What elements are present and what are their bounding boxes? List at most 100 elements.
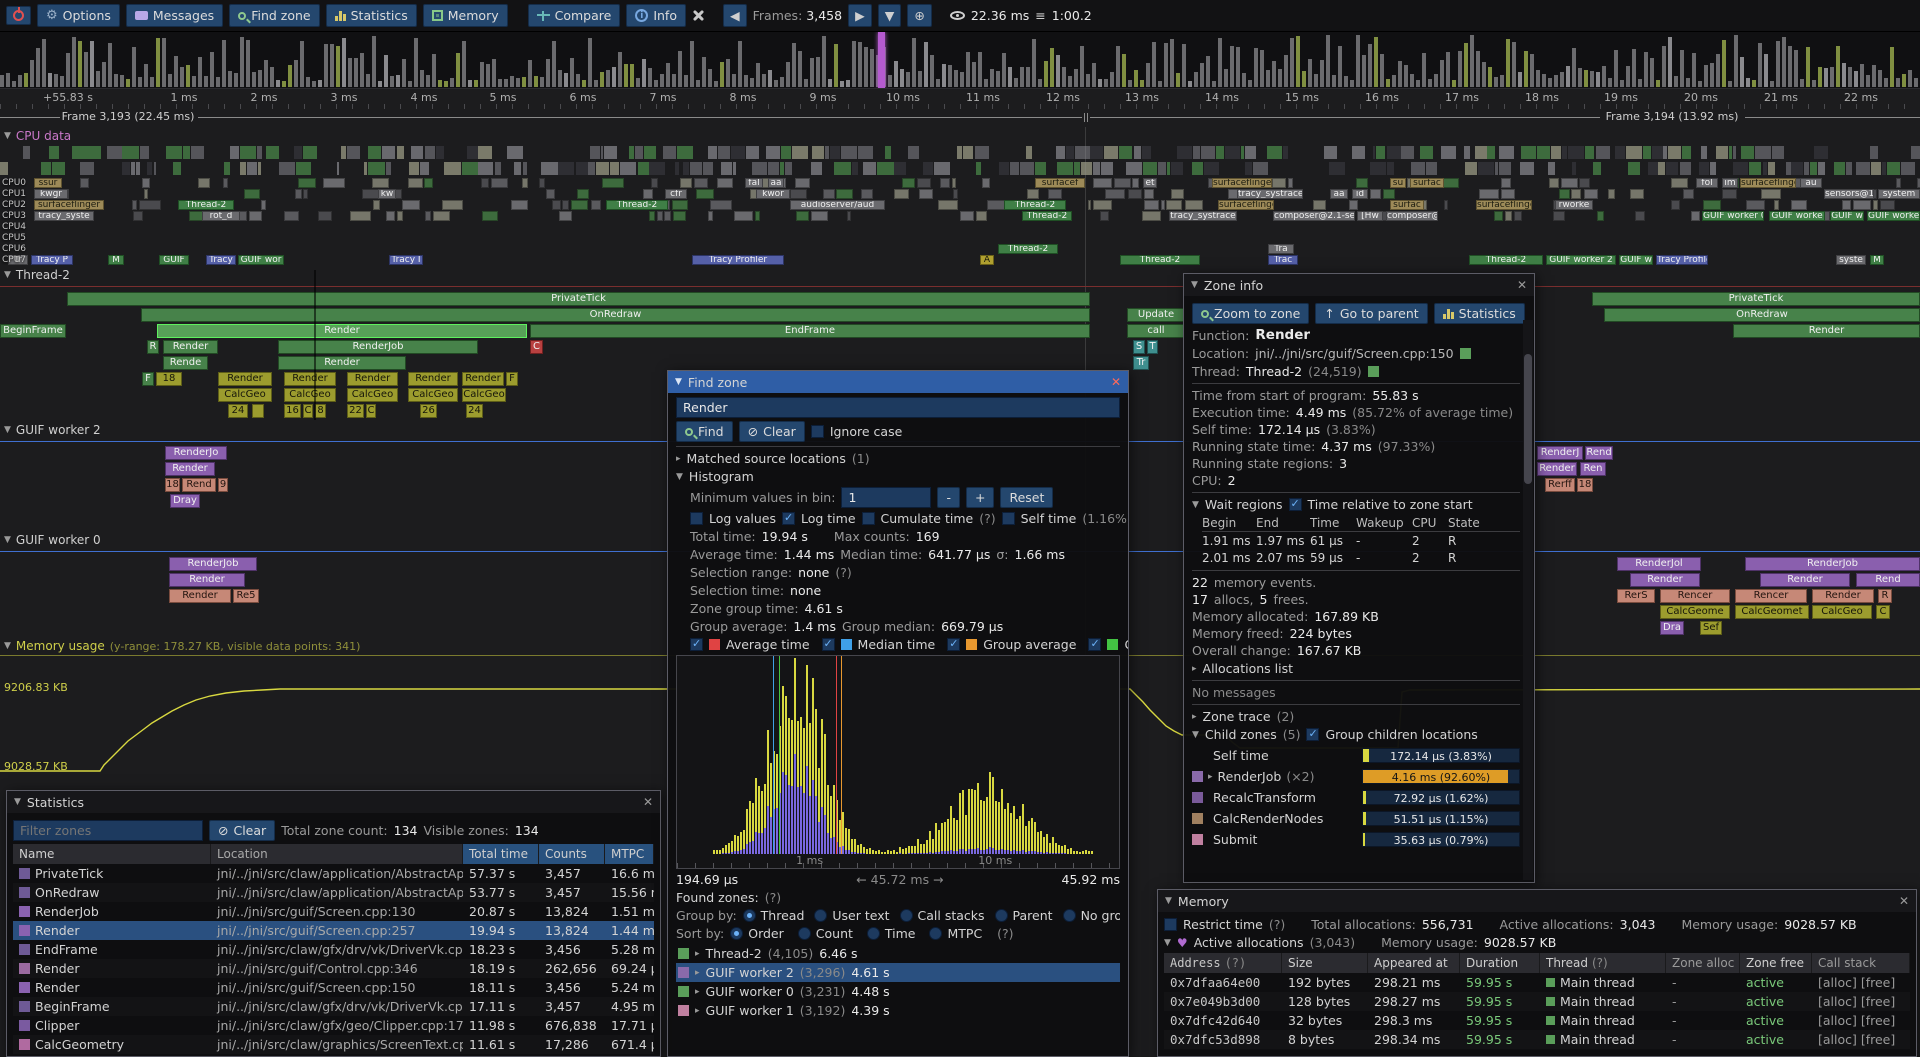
timeline-zone[interactable]: R: [1878, 589, 1892, 603]
timeline-zone[interactable]: Render: [408, 372, 458, 386]
child-zone-row[interactable]: RecalcTransform 72.92 μs (1.62%): [1192, 787, 1520, 808]
timeline-zone[interactable]: RenderJo: [165, 446, 227, 460]
timeline-zone[interactable]: F: [506, 372, 518, 386]
timeline-zone[interactable]: 18: [165, 478, 180, 492]
cpu-zone[interactable]: M: [108, 255, 124, 265]
timeline-zone[interactable]: [252, 404, 264, 418]
statistics-row[interactable]: BeginFrame jni/../jni/src/claw/gfx/drv/v…: [13, 997, 654, 1016]
cpu-zone[interactable]: Tracy Profiler: [692, 255, 784, 265]
statistics-row[interactable]: PrivateTick jni/../jni/src/claw/applicat…: [13, 864, 654, 883]
timeline-zone[interactable]: Rende: [163, 356, 208, 370]
cpu-zone[interactable]: tracy_systrace: [1237, 189, 1303, 199]
timeline-zone[interactable]: T: [1147, 340, 1158, 354]
legend-checkbox[interactable]: [947, 638, 960, 651]
section-header-thread2[interactable]: ▼ Thread-2: [4, 268, 70, 282]
histogram-toggle[interactable]: ▼ Histogram: [676, 469, 1120, 484]
col-zone-alloc[interactable]: Zone alloc: [1666, 953, 1740, 973]
cpu-zone[interactable]: Thread-2: [606, 200, 668, 210]
wait-regions-toggle[interactable]: ▼Wait regions Time relative to zone star…: [1192, 497, 1520, 512]
bin-plus-button[interactable]: +: [966, 487, 994, 508]
wait-region-row[interactable]: 1.91 ms1.97 ms 61 μs- 2R: [1202, 532, 1520, 549]
log-time-checkbox[interactable]: [782, 512, 795, 525]
timeline-zone[interactable]: PrivateTick: [67, 292, 1090, 306]
legend-checkbox[interactable]: [690, 638, 703, 651]
statistics-row[interactable]: CalcGeometry jni/../jni/src/claw/graphic…: [13, 1035, 654, 1054]
timeline-zone[interactable]: Render: [278, 356, 406, 370]
timeline-zone[interactable]: Sef: [1700, 621, 1722, 635]
legend-checkbox[interactable]: [1088, 638, 1101, 651]
col-mtpc[interactable]: MTPC: [605, 844, 654, 864]
section-header-worker0[interactable]: ▼ GUIF worker 0: [4, 533, 101, 547]
statistics-row[interactable]: Render jni/../jni/src/guif/Control.cpp:3…: [13, 959, 654, 978]
timeline-zone[interactable]: Rend: [1585, 446, 1613, 460]
timeline-zone[interactable]: Render: [1733, 324, 1920, 338]
zoom-to-zone-button[interactable]: Zoom to zone: [1192, 303, 1309, 324]
timeline-zone[interactable]: 24: [228, 404, 248, 418]
allocations-list-toggle[interactable]: ▸Allocations list: [1192, 661, 1520, 676]
sort-by-radio[interactable]: [929, 927, 942, 940]
timeline-zone[interactable]: Update: [1127, 308, 1185, 322]
goto-frame-button[interactable]: ▼: [878, 4, 902, 27]
statistics-row[interactable]: EndFrame jni/../jni/src/claw/gfx/drv/vk/…: [13, 940, 654, 959]
timeline-zone[interactable]: Dray: [170, 494, 200, 508]
next-frame-button[interactable]: ▶: [848, 4, 872, 27]
focus-frame-button[interactable]: ⊕: [907, 4, 931, 27]
statistics-row[interactable]: OnRedraw jni/../jni/src/claw/application…: [13, 883, 654, 902]
timeline-zone[interactable]: Render: [1630, 573, 1700, 587]
timeline-zone[interactable]: F: [142, 372, 154, 386]
group-children-checkbox[interactable]: [1306, 728, 1319, 741]
child-zone-row[interactable]: ▸ RenderJob(×2) 4.16 ms (92.60%): [1192, 766, 1520, 787]
cpu-zone[interactable]: aa: [768, 178, 784, 188]
sort-by-radio[interactable]: [730, 927, 743, 940]
statistics-row[interactable]: Render jni/../jni/src/guif/Screen.cpp:25…: [13, 921, 654, 940]
scrollbar-thumb[interactable]: [1524, 354, 1532, 484]
compare-button[interactable]: Compare: [528, 4, 621, 27]
child-zone-row[interactable]: Self time 172.14 μs (3.83%): [1192, 745, 1520, 766]
cpu-zone[interactable]: kw: [378, 189, 396, 199]
timeline-zone[interactable]: BeginFrame: [0, 324, 66, 338]
cpu-zone[interactable]: GUIF worker 2: [1867, 211, 1920, 221]
cumulate-time-checkbox[interactable]: [862, 512, 875, 525]
timeline-zone[interactable]: Rend: [1856, 573, 1920, 587]
timeline-zone[interactable]: 18: [1577, 478, 1593, 492]
scrollbar[interactable]: [1523, 320, 1533, 880]
cpu-zone[interactable]: system: [1878, 189, 1920, 199]
cpu-zone[interactable]: id: [1352, 189, 1368, 199]
find-zone-titlebar[interactable]: ▼ Find zone ✕: [668, 371, 1128, 393]
timeline-zone[interactable]: 8: [315, 404, 326, 418]
cpu-zone[interactable]: Thread-2: [1469, 255, 1543, 265]
bin-minus-button[interactable]: -: [937, 487, 960, 508]
frame-markers[interactable]: Frame 3,193 (22.45 ms) Frame 3,194 (13.9…: [0, 109, 1920, 126]
timeline-zone[interactable]: CalcGeome: [1660, 605, 1730, 619]
section-header-worker2[interactable]: ▼ GUIF worker 2: [4, 423, 101, 437]
cpu-zone[interactable]: surfaceflinger: [34, 200, 104, 210]
min-bin-input[interactable]: [841, 487, 931, 508]
cpu-zone[interactable]: Tra: [1268, 244, 1294, 254]
section-header-memory-usage[interactable]: ▼ Memory usage (y-range: 178.27 KB, visi…: [4, 639, 360, 653]
col-counts[interactable]: Counts: [539, 844, 605, 864]
log-values-checkbox[interactable]: [690, 512, 703, 525]
timeline-zone[interactable]: CalcGeomet: [1735, 605, 1809, 619]
cpu-zone[interactable]: et: [1143, 178, 1157, 188]
found-zone-group[interactable]: ▸ Thread-2 (4,105) 6.46 s: [676, 944, 1120, 963]
cpu-zone[interactable]: Tracy P: [31, 255, 73, 265]
timeline-zone[interactable]: Render: [462, 372, 504, 386]
cpu-zone[interactable]: im: [1722, 178, 1738, 188]
cpu-zone[interactable]: Thread-2: [178, 200, 234, 210]
find-zone-histogram[interactable]: 1 ms 10 ms: [676, 655, 1120, 869]
cpu-zone[interactable]: Trac: [1268, 255, 1298, 265]
timeline-zone[interactable]: 22: [347, 404, 364, 418]
timeline-zone[interactable]: S: [1133, 340, 1145, 354]
cpu-zone[interactable]: au: [1800, 178, 1822, 188]
close-icon[interactable]: ✕: [1517, 278, 1527, 292]
frame-overview-strip[interactable]: [0, 32, 1920, 89]
restrict-time-checkbox[interactable]: [1164, 918, 1177, 931]
prev-frame-button[interactable]: ◀: [723, 4, 747, 27]
timeline-zone[interactable]: PrivateTick: [1592, 292, 1920, 306]
timeline-zone[interactable]: Dra: [1660, 621, 1684, 635]
col-address[interactable]: Address(?): [1164, 953, 1282, 973]
cpu-zone[interactable]: kwgr: [34, 189, 68, 199]
cpu-zone[interactable]: tracy_syste: [34, 211, 94, 221]
found-zone-group[interactable]: ▸ GUIF worker 2 (3,296) 4.61 s: [676, 963, 1120, 982]
timeline-zone[interactable]: Render: [1760, 573, 1850, 587]
